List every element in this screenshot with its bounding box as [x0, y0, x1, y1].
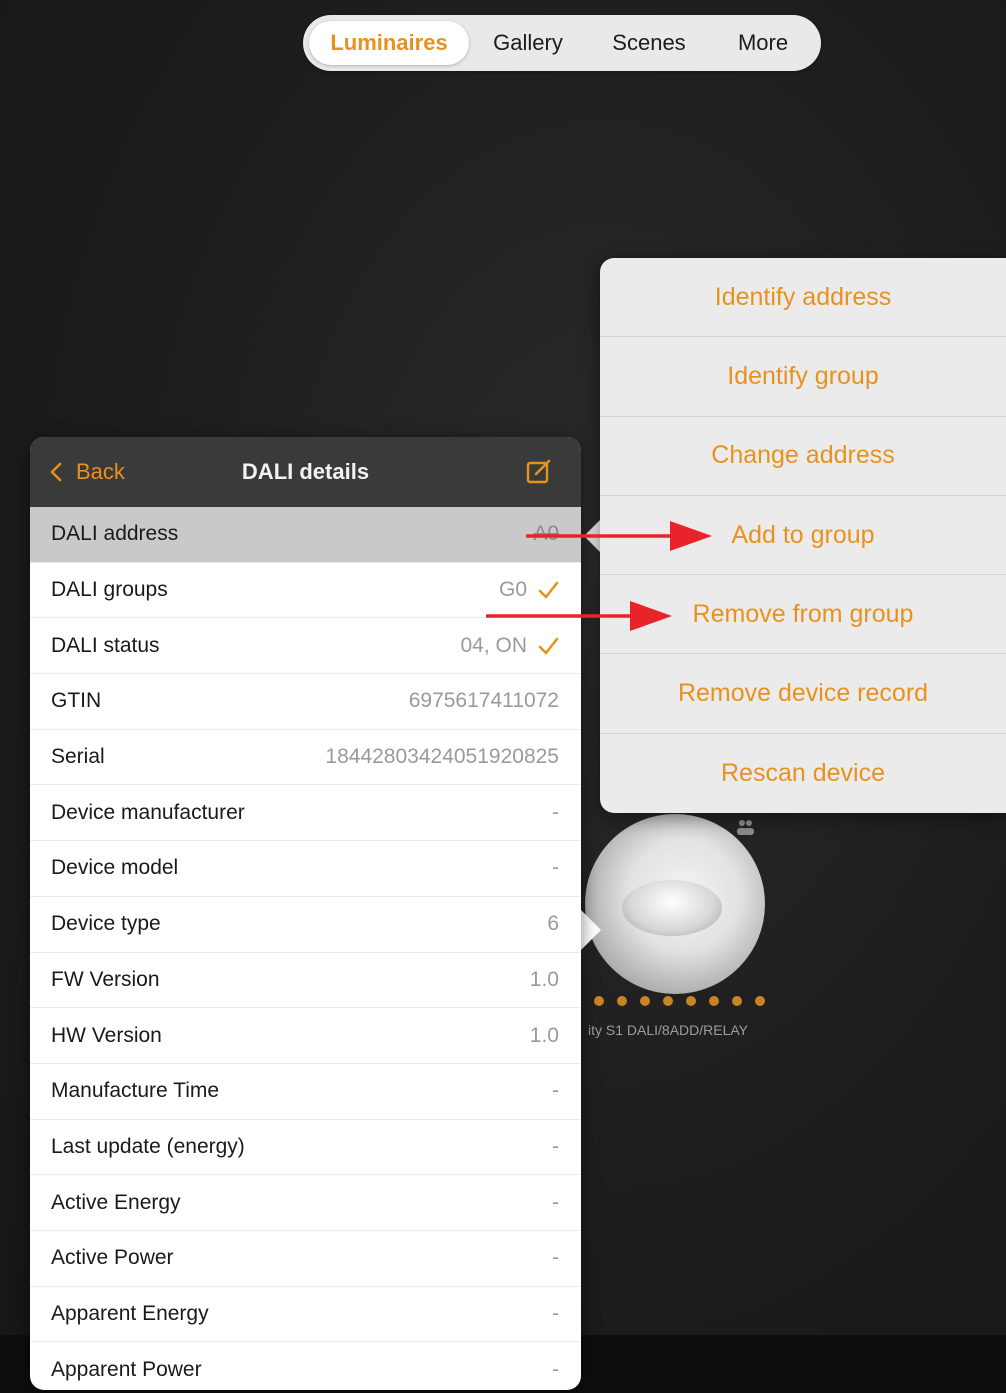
row-label: Serial [51, 745, 105, 769]
people-icon [735, 818, 755, 841]
back-button[interactable]: Back [46, 437, 125, 507]
menu-item-remove-device-record[interactable]: Remove device record [600, 654, 1006, 734]
row-value: 18442803424051920825 [325, 745, 559, 769]
row-dali-address[interactable]: DALI address A0 [30, 507, 581, 563]
row-hw-version[interactable]: HW Version 1.0 [30, 1008, 581, 1064]
row-label: DALI status [51, 633, 160, 657]
menu-item-change-address[interactable]: Change address [600, 417, 1006, 496]
row-label: Manufacture Time [51, 1079, 220, 1103]
page-indicator [594, 996, 765, 1006]
page-dot [686, 996, 696, 1006]
row-label: Device type [51, 912, 161, 936]
row-active-power[interactable]: Active Power - [30, 1231, 581, 1287]
menu-item-identify-address[interactable]: Identify address [600, 258, 1006, 338]
row-device-manufacturer[interactable]: Device manufacturer - [30, 785, 581, 842]
row-value: - [552, 1301, 559, 1325]
annotation-arrow-add-to-group [526, 521, 712, 551]
page-dot [663, 996, 673, 1006]
row-label: Device manufacturer [51, 800, 245, 824]
edit-square-icon[interactable] [525, 457, 553, 485]
row-value: 1.0 [529, 1023, 559, 1047]
annotation-arrow-remove-from-group [486, 601, 672, 631]
page-dot [709, 996, 719, 1006]
row-label: Active Energy [51, 1190, 181, 1214]
row-value: - [552, 1357, 559, 1381]
row-serial[interactable]: Serial 18442803424051920825 [30, 730, 581, 786]
row-gtin[interactable]: GTIN 6975617411072 [30, 674, 581, 730]
row-label: Device model [51, 856, 179, 880]
row-value: - [552, 1079, 559, 1103]
row-label: GTIN [51, 689, 102, 713]
row-label: Last update (energy) [51, 1134, 245, 1158]
row-value: 1.0 [529, 967, 559, 991]
row-active-energy[interactable]: Active Energy - [30, 1175, 581, 1231]
row-manufacture-time[interactable]: Manufacture Time - [30, 1064, 581, 1120]
page-dot [594, 996, 604, 1006]
menu-item-rescan-device[interactable]: Rescan device [600, 734, 1006, 813]
dali-details-panel: Back DALI details DALI address A0 DALI g… [30, 437, 581, 1390]
row-value: - [552, 1190, 559, 1214]
row-label: FW Version [51, 967, 160, 991]
row-value: 6 [547, 912, 559, 936]
row-label: Active Power [51, 1246, 174, 1270]
back-label: Back [76, 459, 125, 484]
row-value: - [552, 1134, 559, 1158]
row-last-update-energy[interactable]: Last update (energy) - [30, 1120, 581, 1176]
row-label: Apparent Power [51, 1357, 202, 1381]
row-apparent-power[interactable]: Apparent Power - [30, 1342, 581, 1390]
panel-popover-arrow [581, 910, 601, 950]
row-fw-version[interactable]: FW Version 1.0 [30, 953, 581, 1009]
row-value: - [552, 856, 559, 880]
row-value: 04, ON [460, 633, 527, 657]
row-value: - [552, 1246, 559, 1270]
tab-bar: Luminaires Gallery Scenes More [303, 15, 821, 71]
tab-scenes[interactable]: Scenes [587, 21, 711, 65]
page-title: DALI details [241, 459, 370, 484]
row-device-model[interactable]: Device model - [30, 841, 581, 897]
checkmark-icon [538, 637, 559, 655]
chevron-left-icon [50, 462, 62, 482]
page-dot [617, 996, 627, 1006]
row-value-wrap: 04, ON [460, 634, 559, 658]
row-value: - [552, 800, 559, 824]
page-dot [640, 996, 650, 1006]
tab-more[interactable]: More [711, 21, 815, 65]
menu-item-identify-group[interactable]: Identify group [600, 337, 1006, 417]
nav-bar: Back DALI details [30, 437, 581, 507]
row-label: DALI groups [51, 578, 168, 602]
row-apparent-energy[interactable]: Apparent Energy - [30, 1287, 581, 1343]
row-label: HW Version [51, 1023, 162, 1047]
row-value: 6975617411072 [408, 689, 559, 713]
row-label: DALI address [51, 522, 179, 546]
row-device-type[interactable]: Device type 6 [30, 897, 581, 953]
device-name-label: ity S1 DALI/8ADD/RELAY [588, 1022, 749, 1038]
row-label: Apparent Energy [51, 1301, 209, 1325]
tab-luminaires[interactable]: Luminaires [309, 21, 469, 65]
device-sensor-lens [622, 880, 722, 936]
page-dot [732, 996, 742, 1006]
page-dot [755, 996, 765, 1006]
tab-gallery[interactable]: Gallery [469, 21, 587, 65]
